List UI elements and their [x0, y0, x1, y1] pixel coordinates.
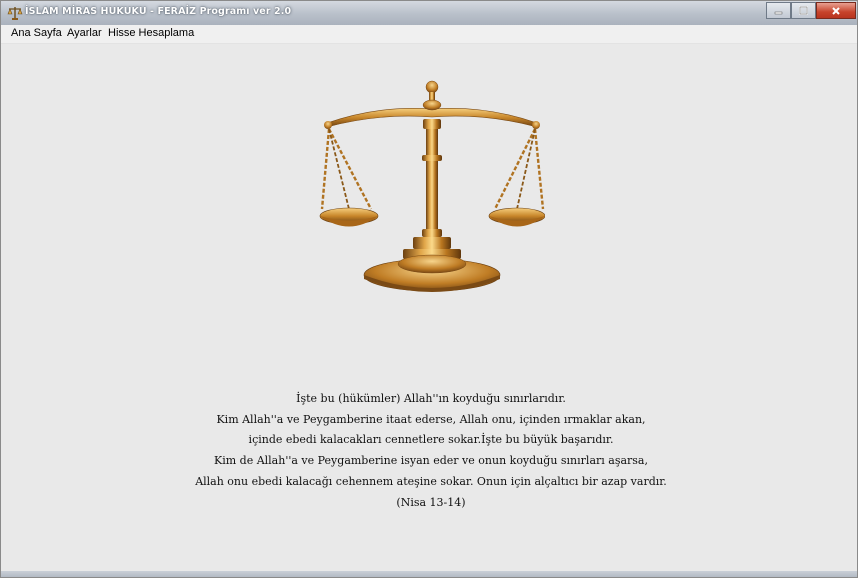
verse-line: İşte bu (hükümler) Allah''ın koyduğu sın…: [296, 392, 566, 405]
application-window: İSLAM MİRAS HUKUKU - FERAİZ Programı ver…: [0, 0, 858, 578]
menu-ayarlar[interactable]: Ayarlar: [67, 27, 102, 39]
window-controls: [766, 2, 856, 19]
verse-reference: (Nisa 13-14): [396, 495, 466, 509]
minimize-button[interactable]: [766, 2, 791, 19]
verse-line: Allah onu ebedi kalacağı cehennem ateşin…: [195, 474, 667, 488]
verse-line: içinde ebedi kalacakları cennetlere soka…: [248, 433, 614, 447]
close-button[interactable]: [816, 2, 856, 19]
window-title: İSLAM MİRAS HUKUKU - FERAİZ Programı ver…: [25, 6, 292, 17]
title-bar[interactable]: İSLAM MİRAS HUKUKU - FERAİZ Programı ver…: [1, 1, 857, 26]
minimize-icon: [774, 11, 783, 15]
verse-line: Kim Allah''a ve Peygamberine itaat eders…: [216, 412, 646, 426]
verse-line: Kim de Allah''a ve Peygamberine isyan ed…: [213, 454, 648, 468]
close-icon: [832, 6, 840, 15]
maximize-icon: [799, 6, 808, 15]
window-bottom-border: [1, 571, 857, 577]
scales-of-justice-image: [319, 80, 545, 292]
verse-text: İşte bu (hükümler) Allah''ın koyduğu sın…: [121, 389, 741, 513]
menu-ana-sayfa[interactable]: Ana Sayfa: [11, 27, 62, 39]
menu-bar: Ana Sayfa Ayarlar Hisse Hesaplama: [1, 25, 857, 44]
scales-icon: [7, 7, 23, 20]
maximize-button[interactable]: [791, 2, 816, 19]
menu-hisse-hesaplama[interactable]: Hisse Hesaplama: [108, 27, 194, 39]
